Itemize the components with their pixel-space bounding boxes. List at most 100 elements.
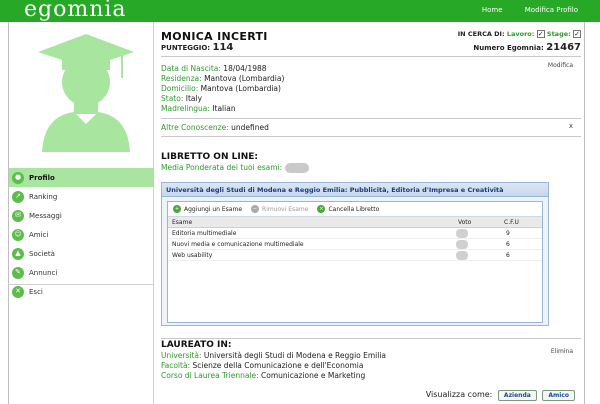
exam-table-header: Esame Voto C.F.U	[168, 217, 542, 228]
column-header-exam[interactable]: Esame	[172, 219, 192, 226]
exam-name: Nuovi media e comunicazione multimediale	[172, 241, 304, 248]
detail-value: Scienze della Comunicazione e dell'Econo…	[192, 361, 364, 370]
top-navigation: Home Modifica Profilo	[462, 6, 578, 14]
graduated-faculty: Facoltà: Scienze della Comunicazione e d…	[161, 361, 363, 370]
friends-icon: ☺	[12, 228, 24, 241]
divider	[161, 136, 581, 137]
exam-name: Editoria multimediale	[172, 230, 237, 237]
exam-cfu: 6	[506, 241, 510, 248]
graduated-degree-course: Corso di Laurea Triennale: Comunicazione…	[161, 371, 365, 380]
delete-libretto-button[interactable]: × Cancella Libretto	[317, 205, 379, 213]
exam-cfu: 9	[506, 230, 510, 237]
detail-mother-tongue: Madrelingua: Italian	[161, 104, 236, 113]
detail-label: Domicilio:	[161, 84, 199, 93]
other-knowledge-label: Altre Conoscenze:	[161, 123, 229, 132]
divider	[161, 56, 581, 57]
detail-domicile: Domicilio: Mantova (Lombardia)	[161, 84, 281, 93]
detail-value: Italian	[212, 104, 236, 113]
egomnia-number-label: Numero Egomnia:	[473, 44, 544, 52]
add-exam-label: Aggiungi un Esame	[184, 205, 243, 213]
table-row[interactable]: Editoria multimediale 9	[168, 228, 542, 239]
sidebar-item-profilo[interactable]: ● Profilo	[9, 168, 154, 187]
egomnia-logo[interactable]: egomnia	[24, 0, 127, 22]
graduated-delete-link[interactable]: Elimina	[551, 348, 573, 355]
plus-icon: +	[173, 205, 181, 213]
top-bar: egomnia Home Modifica Profilo	[0, 0, 600, 22]
sidebar-item-label: Ranking	[29, 192, 58, 201]
other-knowledge: Altre Conoscenze: undefined	[161, 123, 269, 132]
view-as-company-button[interactable]: Azienda	[497, 390, 537, 401]
other-knowledge-close-icon[interactable]: x	[569, 122, 573, 130]
exit-icon: ✕	[12, 285, 24, 298]
sidebar-item-ranking[interactable]: ↗ Ranking	[9, 187, 154, 206]
libretto-panel: Università degli Studi di Modena e Reggi…	[161, 182, 549, 326]
ranking-icon: ↗	[12, 190, 24, 203]
seeking-work-checkbox[interactable]: ✓	[536, 30, 545, 38]
edit-profile-link[interactable]: Modifica	[548, 62, 573, 69]
avatar-placeholder-icon	[38, 34, 134, 152]
announcements-icon: ✎	[12, 266, 24, 279]
exam-toolbar: + Aggiungi un Esame − Rimuovi Esame × Ca…	[168, 202, 542, 217]
weighted-average-label: Media Ponderata dei tuoi esami:	[161, 163, 283, 172]
score-value: 114	[212, 42, 234, 53]
detail-value: Università degli Studi di Modena e Reggi…	[203, 351, 387, 360]
person-icon: ●	[12, 171, 24, 184]
detail-label: Facoltà:	[161, 361, 191, 370]
minus-icon: −	[251, 205, 260, 213]
sidebar-item-societa[interactable]: ▲ Società	[9, 244, 154, 263]
divider	[161, 338, 581, 339]
weighted-average: Media Ponderata dei tuoi esami:	[161, 163, 309, 173]
column-header-grade[interactable]: Voto	[458, 219, 471, 226]
detail-label: Data di Nascita:	[161, 64, 221, 73]
company-icon: ▲	[12, 247, 24, 260]
libretto-title: LIBRETTO ON LINE:	[161, 152, 258, 162]
exam-grid: + Aggiungi un Esame − Rimuovi Esame × Ca…	[167, 201, 543, 323]
detail-value: 18/04/1988	[223, 64, 267, 73]
exam-cfu: 6	[506, 252, 510, 259]
detail-value: Comunicazione e Marketing	[261, 371, 366, 380]
exam-name: Web usability	[172, 252, 213, 259]
profile-score: PUNTEGGIO: 114	[161, 42, 233, 53]
grade-hidden-value	[456, 229, 468, 238]
graduated-title: LAUREATO IN:	[161, 340, 232, 350]
detail-label: Madrelingua:	[161, 104, 210, 113]
sidebar-item-annunci[interactable]: ✎ Annunci	[9, 263, 154, 282]
score-label: PUNTEGGIO:	[161, 44, 211, 52]
sidebar-item-amici[interactable]: ☺ Amici	[9, 225, 154, 244]
divider	[161, 118, 581, 119]
seeking-stage-checkbox[interactable]: ✓	[573, 30, 581, 38]
sidebar-item-label: Amici	[29, 230, 49, 239]
detail-residence: Residenza: Mantova (Lombardia)	[161, 74, 284, 83]
sidebar-item-label: Profilo	[29, 173, 55, 182]
detail-label: Corso di Laurea Triennale:	[161, 371, 259, 380]
detail-label: Residenza:	[161, 74, 202, 83]
sidebar-item-label: Annunci	[29, 268, 58, 277]
message-icon: ✉	[12, 209, 24, 222]
seeking-stage-label: Stage:	[546, 30, 571, 38]
nav-home-link[interactable]: Home	[482, 6, 503, 14]
view-as-bar: Visualizza come: Azienda Amico	[426, 390, 575, 401]
grade-hidden-value	[456, 251, 468, 260]
weighted-average-hidden-value	[284, 163, 309, 173]
add-exam-button[interactable]: + Aggiungi un Esame	[173, 205, 242, 213]
detail-label: Stato:	[161, 94, 184, 103]
seeking-work-label: Lavoro:	[506, 30, 535, 38]
detail-value: Italy	[185, 94, 203, 103]
remove-exam-button[interactable]: − Rimuovi Esame	[251, 205, 308, 213]
sidebar-menu: ● Profilo ↗ Ranking ✉ Messaggi ☺ Amici ▲…	[9, 168, 154, 301]
table-row[interactable]: Nuovi media e comunicazione multimediale…	[168, 239, 542, 250]
detail-birthdate: Data di Nascita: 18/04/1988	[161, 64, 267, 73]
seeking-box: IN CERCA DI: Lavoro: ✓ Stage: ✓	[458, 30, 581, 38]
libretto-panel-title: Università degli Studi di Modena e Reggi…	[162, 183, 548, 197]
egomnia-number: Numero Egomnia: 21467	[473, 42, 581, 53]
sidebar-item-label: Esci	[29, 287, 43, 296]
table-row[interactable]: Web usability 6	[168, 250, 542, 261]
detail-value: Mantova (Lombardia)	[204, 74, 285, 83]
view-as-friend-button[interactable]: Amico	[542, 390, 575, 401]
column-header-cfu[interactable]: C.F.U	[504, 219, 519, 226]
delete-libretto-label: Cancella Libretto	[328, 205, 380, 213]
delete-icon: ×	[317, 205, 326, 213]
sidebar-item-messaggi[interactable]: ✉ Messaggi	[9, 206, 154, 225]
sidebar-item-label: Società	[29, 249, 55, 258]
nav-edit-profile-link[interactable]: Modifica Profilo	[525, 6, 578, 14]
